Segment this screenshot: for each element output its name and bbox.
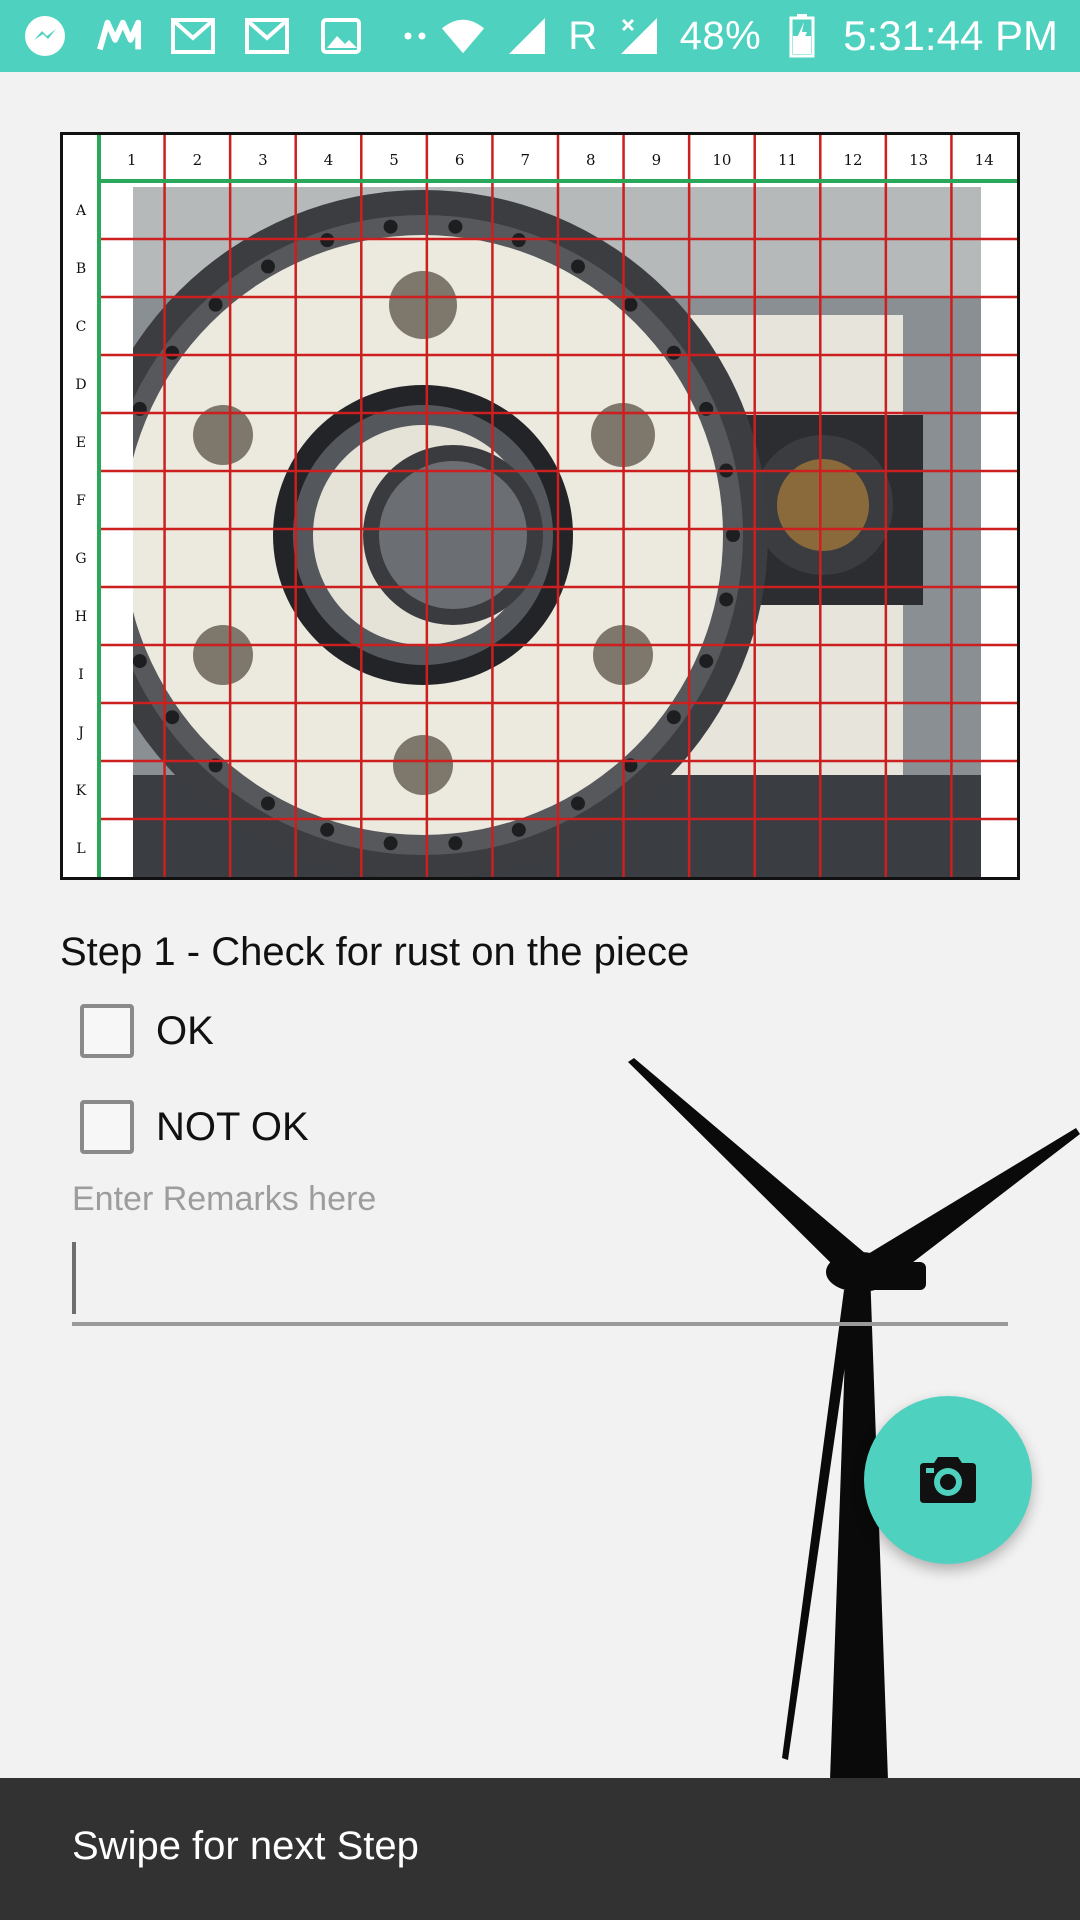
grid-row-label: C <box>76 319 87 335</box>
moneycontrol-icon <box>96 13 142 59</box>
clock: 5:31:44 PM <box>843 12 1058 59</box>
grid-column-label: 12 <box>844 151 863 169</box>
grid-column-label: 7 <box>520 151 530 169</box>
grid-row-label: G <box>75 551 86 567</box>
grid-column-label: 3 <box>258 151 268 169</box>
messenger-icon <box>22 13 68 59</box>
grid-row-label: K <box>76 783 87 799</box>
camera-button[interactable] <box>864 1396 1032 1564</box>
remarks-placeholder: Enter Remarks here <box>72 1180 377 1218</box>
signal-icon <box>616 13 662 59</box>
gallery-icon <box>318 13 364 59</box>
not-ok-checkbox[interactable] <box>80 1100 134 1154</box>
grid-column-label: 8 <box>586 151 596 169</box>
battery-percentage: 48% <box>679 13 762 58</box>
grid-row-label: L <box>76 841 85 857</box>
grid-column-label: 5 <box>389 151 399 169</box>
grid-row-label: D <box>75 377 86 393</box>
text-cursor <box>72 1242 76 1314</box>
more-dots-icon <box>392 13 438 59</box>
grid-column-label: 2 <box>193 151 203 169</box>
grid-column-label: 6 <box>455 151 465 169</box>
battery-icon <box>779 13 825 59</box>
grid-column-label: 14 <box>975 151 994 169</box>
grid-row-label: F <box>76 493 86 509</box>
wind-turbine-illustration <box>628 1058 1080 1780</box>
grid-row-label: E <box>76 435 86 451</box>
grid-row-label: B <box>76 261 86 277</box>
grid-row-label: J <box>76 725 84 741</box>
grid-row-label: H <box>75 609 87 625</box>
grid-column-label: 9 <box>652 151 662 169</box>
option-not-ok[interactable]: NOT OK <box>80 1100 309 1154</box>
grid-column-label: 13 <box>909 151 928 169</box>
remarks-input[interactable] <box>72 1240 1008 1326</box>
option-ok[interactable]: OK <box>80 1004 214 1058</box>
inspection-grid-image: 1 2 3 4 5 6 7 8 9 10 11 12 13 14 ABCDEFGHIJKL <box>60 132 1020 880</box>
grid-column-label: 1 <box>127 151 137 169</box>
ok-label: OK <box>156 1008 214 1053</box>
grid-column-label: 10 <box>712 151 731 169</box>
camera-icon <box>920 1457 976 1503</box>
ok-checkbox[interactable] <box>80 1004 134 1058</box>
grid-row-label: I <box>78 667 84 683</box>
wifi-icon <box>440 13 486 59</box>
status-bar: R 48% 5:31:44 PM <box>0 0 1080 72</box>
network-type-indicator: R <box>568 13 598 58</box>
swipe-hint-text: Swipe for next Step <box>72 1824 419 1868</box>
step-title: Step 1 - Check for rust on the piece <box>60 930 690 974</box>
not-ok-label: NOT OK <box>156 1104 309 1149</box>
grid-column-label: 4 <box>324 151 334 169</box>
gmail-icon <box>170 13 216 59</box>
gmail-icon <box>244 13 290 59</box>
signal-icon <box>504 13 550 59</box>
grid-column-label: 11 <box>778 151 797 169</box>
swipe-hint-bar: Swipe for next Step <box>0 1778 1080 1920</box>
grid-row-label: A <box>75 203 87 219</box>
